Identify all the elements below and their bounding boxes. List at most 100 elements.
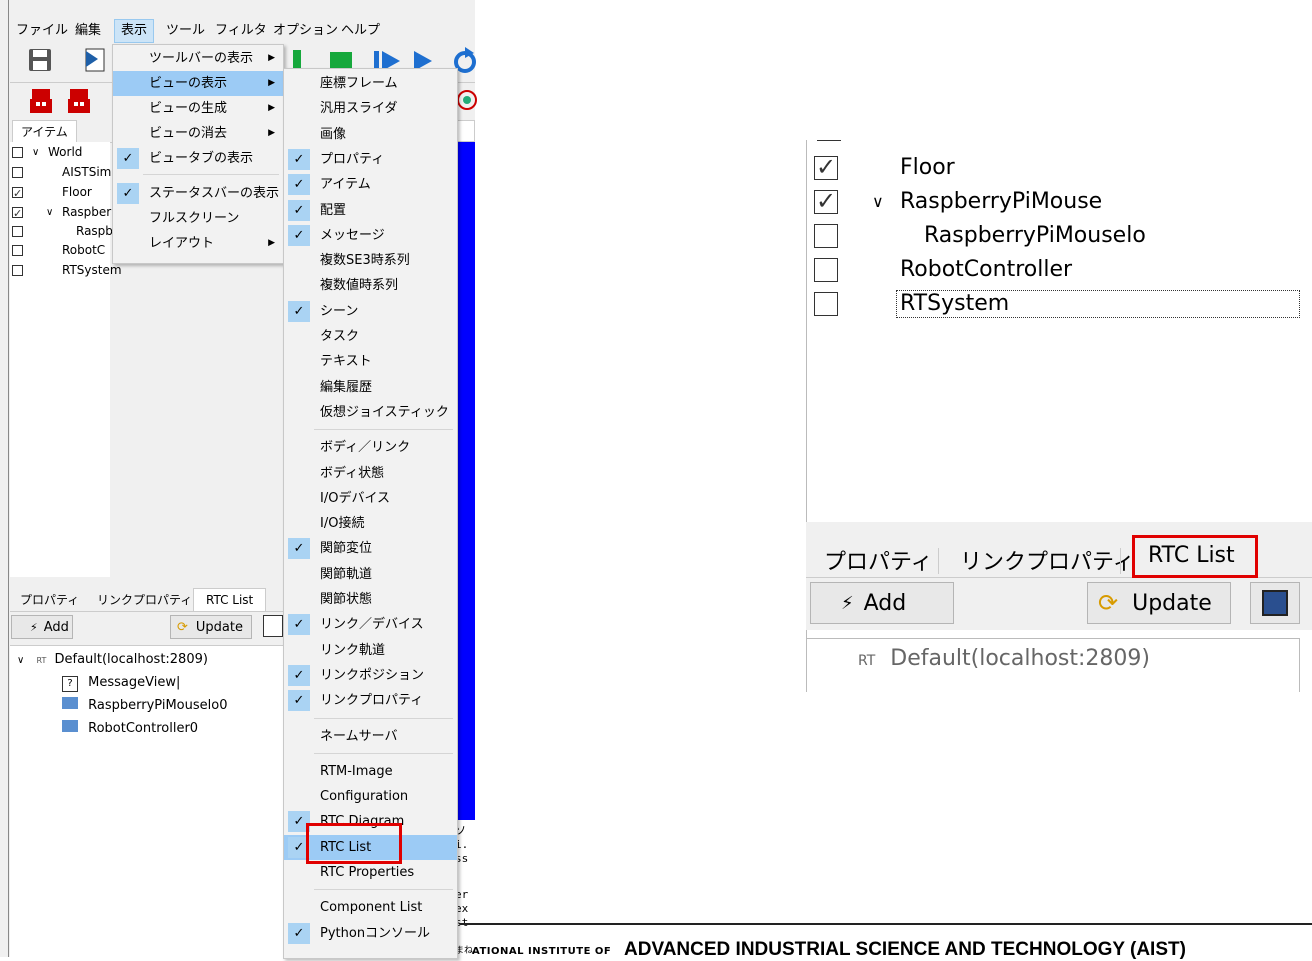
tree-label: RaspberryPiMouse — [900, 189, 1103, 214]
footer-line — [460, 923, 1312, 925]
checkbox[interactable] — [12, 265, 23, 276]
submenu-item[interactable]: ✓ リンク／デバイス — [284, 612, 457, 637]
target-icon[interactable] — [456, 88, 478, 116]
menu-item-delete-view[interactable]: ビューの消去 ▶ — [113, 121, 283, 146]
robot-icon-2[interactable] — [66, 87, 92, 119]
checkbox[interactable] — [814, 224, 838, 248]
submenu-item[interactable]: ✓ プロパティ — [284, 147, 457, 172]
checkbox[interactable] — [12, 184, 23, 203]
submenu-item[interactable]: RTM-Image — [284, 759, 457, 784]
checkbox[interactable] — [814, 150, 838, 184]
rtc-item-raspberrypimouse[interactable]: RaspberryPiMouselo0 — [62, 694, 227, 717]
expand-icon[interactable]: ∨ — [46, 203, 53, 222]
menu-filter[interactable]: フィルタ — [215, 20, 267, 42]
submenu-item-label: I/Oデバイス — [320, 490, 391, 506]
menu-item-layout[interactable]: レイアウト ▶ — [113, 231, 283, 256]
expand-icon[interactable]: ∨ — [17, 655, 24, 666]
submenu-item[interactable]: 複数値時系列 — [284, 273, 457, 298]
checkbox[interactable] — [12, 204, 23, 223]
refresh-arrows-icon: ⟳ — [1098, 589, 1119, 617]
tab-items[interactable]: アイテム — [12, 120, 77, 143]
footer-org-name: ADVANCED INDUSTRIAL SCIENCE AND TECHNOLO… — [624, 939, 1186, 960]
submenu-item[interactable]: 座標フレーム — [284, 71, 457, 96]
submenu-item[interactable]: Configuration — [284, 784, 457, 809]
submenu-item[interactable]: I/O接続 — [284, 511, 457, 536]
menu-options[interactable]: オプション — [273, 20, 338, 42]
expand-icon[interactable]: ∨ — [32, 143, 39, 162]
checkbox[interactable] — [12, 147, 23, 158]
submenu-item-label: リンクプロパティ — [320, 693, 424, 709]
menu-item-show-statusbar[interactable]: ✓ ステータスバーの表示 — [113, 181, 283, 206]
submenu-item-label: タスク — [320, 329, 360, 344]
zoom-add-button[interactable]: ⚡ Add — [810, 582, 954, 624]
checkbox[interactable] — [814, 258, 838, 282]
submenu-item[interactable]: ネームサーバ — [284, 724, 457, 749]
checkbox[interactable] — [814, 292, 838, 316]
submenu-item[interactable]: 複数SE3時系列 — [284, 248, 457, 273]
menu-view[interactable]: 表示 — [114, 19, 155, 43]
tab-properties[interactable]: プロパティ — [20, 589, 79, 611]
submenu-arrow-icon: ▶ — [268, 103, 275, 113]
submenu-item[interactable]: Component List — [284, 895, 457, 920]
edit-icon[interactable] — [263, 615, 283, 637]
menu-edit[interactable]: 編集 — [75, 20, 101, 42]
checkbox[interactable] — [814, 184, 838, 218]
zoom-tab-link-properties[interactable]: リンクプロパティ — [960, 544, 1135, 576]
submenu-item[interactable]: ✓ メッセージ — [284, 223, 457, 248]
rtc-root-row[interactable]: ∨ RT Default(localhost:2809) — [17, 648, 208, 671]
zoom-edit-button[interactable] — [1250, 582, 1300, 624]
tab-link-properties[interactable]: リンクプロパティ — [97, 589, 192, 611]
menu-item-create-view[interactable]: ビューの生成 ▶ — [113, 96, 283, 121]
menu-file[interactable]: ファイル — [16, 20, 68, 42]
submenu-item[interactable]: ボディ／リンク — [284, 435, 457, 460]
menu-help[interactable]: ヘルプ — [341, 20, 380, 42]
menu-item-fullscreen[interactable]: フルスクリーン — [113, 206, 283, 231]
checkbox[interactable] — [12, 167, 23, 178]
zoom-rtc-root-row[interactable]: RT Default(localhost:2809) — [858, 646, 1150, 671]
rtc-item-messageview[interactable]: ? MessageView| — [62, 671, 180, 694]
menu-item-show-view-tabs[interactable]: ✓ ビュータブの表示 — [113, 146, 283, 171]
submenu-item[interactable]: 関節軌道 — [284, 562, 457, 587]
submenu-item[interactable]: 編集履歴 — [284, 375, 457, 400]
checkbox[interactable] — [12, 245, 23, 256]
menu-item-show-toolbar[interactable]: ツールバーの表示 ▶ — [113, 46, 283, 71]
submenu-item[interactable]: 仮想ジョイスティック — [284, 400, 457, 425]
menu-item-show-view[interactable]: ビューの表示 ▶ — [113, 71, 283, 96]
rtc-item-robotcontroller[interactable]: RobotController0 — [62, 717, 198, 740]
submenu-item[interactable]: ✓ 関節変位 — [284, 536, 457, 561]
submenu-item[interactable]: ✓ リンクプロパティ — [284, 688, 457, 713]
submenu-item[interactable]: 汎用スライダ — [284, 96, 457, 121]
submenu-item[interactable]: ボディ状態 — [284, 461, 457, 486]
submenu-item[interactable]: 関節状態 — [284, 587, 457, 612]
submenu-item[interactable]: I/Oデバイス — [284, 486, 457, 511]
submenu-item[interactable]: ✓ アイテム — [284, 172, 457, 197]
scene-view[interactable] — [455, 142, 475, 820]
submenu-item[interactable]: ✓ シーン — [284, 299, 457, 324]
zoom-add-label: Add — [863, 590, 907, 616]
menu-tools[interactable]: ツール — [166, 20, 205, 42]
submenu-item[interactable]: ✓ リンクポジション — [284, 663, 457, 688]
console-fragment: ソ i. ss er ex st まね — [455, 820, 475, 957]
submenu-item-label: I/O接続 — [320, 516, 365, 532]
menu-separator — [314, 717, 453, 719]
scene-tabs — [455, 120, 475, 142]
zoom-rtc-root-label: Default(localhost:2809) — [890, 646, 1150, 671]
submenu-item[interactable]: リンク軌道 — [284, 638, 457, 663]
zoom-tab-properties[interactable]: プロパティ — [824, 544, 933, 576]
checkbox[interactable] — [12, 226, 23, 237]
document-icon[interactable] — [80, 45, 110, 75]
add-button[interactable]: ⚡ Add — [11, 615, 73, 639]
robot-icon[interactable] — [28, 87, 54, 119]
update-button[interactable]: ⟳ Update — [170, 615, 252, 639]
submenu-item[interactable]: タスク — [284, 324, 457, 349]
zoom-update-label: Update — [1132, 590, 1212, 616]
submenu-item[interactable]: ✓ 配置 — [284, 198, 457, 223]
submenu-item[interactable]: テキスト — [284, 349, 457, 374]
submenu-item[interactable]: 画像 — [284, 122, 457, 147]
submenu-item[interactable]: ✓ Pythonコンソール — [284, 921, 457, 946]
zoom-update-button[interactable]: ⟳ Update — [1087, 582, 1231, 624]
expand-icon[interactable]: ∨ — [872, 185, 884, 219]
save-icon[interactable] — [25, 45, 55, 75]
tab-rtc-list[interactable]: RTC List — [193, 588, 267, 611]
rtc-root-label: Default(localhost:2809) — [54, 652, 208, 667]
